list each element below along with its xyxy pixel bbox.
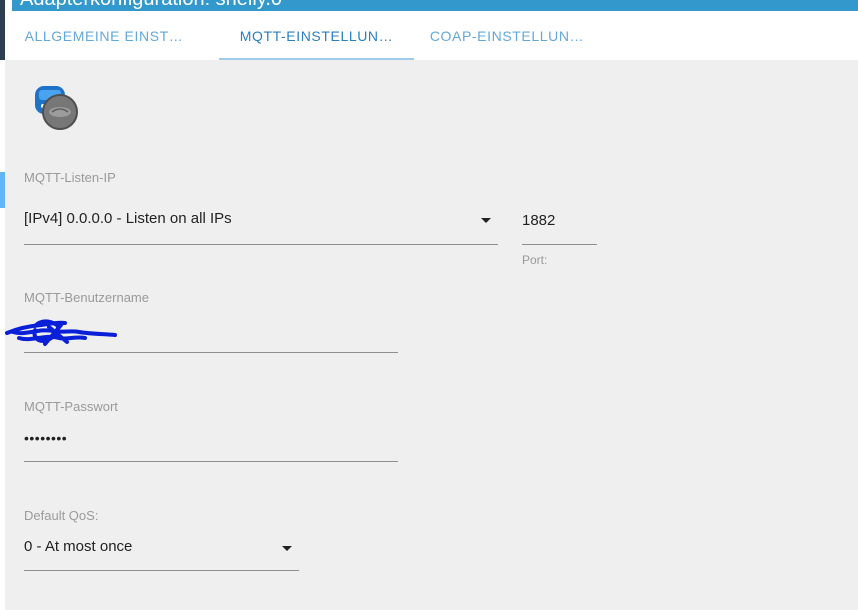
caret-down-icon xyxy=(481,218,491,223)
title-bar: Adapterkonfiguration: shelly.0 xyxy=(12,0,858,11)
window-title: Adapterkonfiguration: shelly.0 xyxy=(20,0,282,11)
tab-coap-settings-label: COAP-EINSTELLUN… xyxy=(429,27,585,44)
tab-mqtt-settings-label: MQTT-EINSTELLUN… xyxy=(239,27,394,44)
password-value: •••••••• xyxy=(24,430,68,446)
tab-general-settings[interactable]: ALLGEMEINE EINST… xyxy=(5,11,203,60)
adapter-config-window: Adapterkonfiguration: shelly.0 ALLGEMEIN… xyxy=(0,0,858,610)
tab-coap-settings[interactable]: COAP-EINSTELLUN… xyxy=(414,11,600,60)
settings-panel: MQTT-Listen-IP [IPv4] 0.0.0.0 - Listen o… xyxy=(5,60,858,610)
port-input[interactable]: 1882 xyxy=(522,212,597,245)
caret-down-icon xyxy=(282,546,292,551)
username-label: MQTT-Benutzername xyxy=(24,290,149,305)
redaction-scribble xyxy=(5,319,117,346)
port-helper-text: Port: xyxy=(522,253,548,267)
tab-general-settings-label: ALLGEMEINE EINST… xyxy=(24,27,184,44)
shelly-device-icon xyxy=(35,86,78,130)
qos-label: Default QoS: xyxy=(24,508,99,523)
listen-ip-select[interactable]: [IPv4] 0.0.0.0 - Listen on all IPs xyxy=(24,210,498,245)
qos-value: 0 - At most once xyxy=(24,538,133,555)
password-input[interactable]: •••••••• xyxy=(24,430,398,462)
qos-select[interactable]: 0 - At most once xyxy=(24,538,299,571)
listen-ip-label: MQTT-Listen-IP xyxy=(24,170,116,185)
listen-ip-value: [IPv4] 0.0.0.0 - Listen on all IPs xyxy=(24,210,232,227)
password-label: MQTT-Passwort xyxy=(24,399,118,414)
port-value: 1882 xyxy=(522,212,556,229)
tab-bar: ALLGEMEINE EINST… MQTT-EINSTELLUN… COAP-… xyxy=(5,11,858,60)
tab-mqtt-settings[interactable]: MQTT-EINSTELLUN… xyxy=(219,11,414,60)
